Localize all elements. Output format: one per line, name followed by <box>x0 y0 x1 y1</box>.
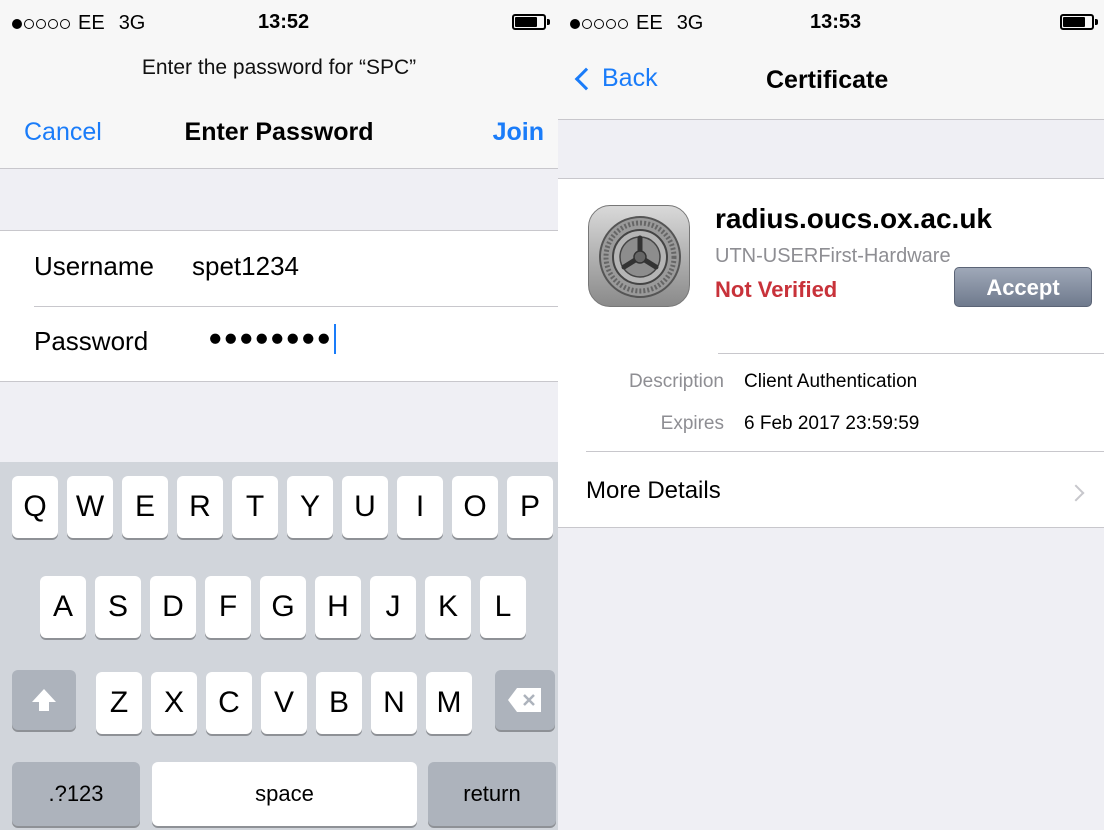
status-bar: EE 3G 13:52 <box>0 0 558 40</box>
key-w[interactable]: W <box>67 476 113 538</box>
certificate-issuer: UTN-USERFirst-Hardware <box>715 245 951 267</box>
status-time: 13:53 <box>810 11 862 33</box>
key-x[interactable]: X <box>151 672 197 734</box>
backspace-icon <box>508 688 541 712</box>
text-caret <box>333 324 336 354</box>
description-value: Client Authentication <box>744 371 918 392</box>
key-a[interactable]: A <box>40 576 86 638</box>
chevron-right-icon <box>1067 484 1085 502</box>
key-n[interactable]: N <box>371 672 417 734</box>
space-key[interactable]: space <box>152 762 417 826</box>
expires-label: Expires <box>660 413 724 434</box>
key-k[interactable]: K <box>425 576 471 638</box>
back-label: Back <box>602 64 658 92</box>
key-t[interactable]: T <box>232 476 278 538</box>
wifi-password-screen: EE 3G 13:52 Enter the password for “SPC”… <box>0 0 558 830</box>
divider <box>718 353 1104 354</box>
status-time: 13:52 <box>258 11 310 33</box>
key-h[interactable]: H <box>315 576 361 638</box>
key-s[interactable]: S <box>95 576 141 638</box>
carrier-name: EE <box>78 12 105 34</box>
nav-bar: Back Certificate <box>558 40 1104 120</box>
key-b[interactable]: B <box>316 672 362 734</box>
credentials-form: Username spet1234 Password ●●●●●●●● <box>0 230 558 382</box>
status-bar: EE 3G 13:53 <box>558 0 1104 40</box>
certificate-screen: EE 3G 13:53 Back Certificate radius.oucs… <box>558 0 1104 830</box>
password-label: Password <box>34 326 149 356</box>
signal-strength-icon <box>570 18 628 29</box>
keyboard: QWERTYUIOP ASDFGHJKL ZXCVBNM .?123 space… <box>0 462 558 830</box>
key-y[interactable]: Y <box>287 476 333 538</box>
password-prompt: Enter the password for “SPC” <box>141 56 417 79</box>
key-i[interactable]: I <box>397 476 443 538</box>
key-f[interactable]: F <box>205 576 251 638</box>
network-type: 3G <box>118 12 146 34</box>
more-details-row[interactable]: More Details <box>586 477 721 505</box>
back-button[interactable]: Back <box>572 64 658 93</box>
nav-bar: Enter Password Cancel Join <box>0 112 558 162</box>
return-key[interactable]: return <box>428 762 556 826</box>
key-r[interactable]: R <box>177 476 223 538</box>
carrier-name: EE <box>636 12 663 34</box>
numbers-key[interactable]: .?123 <box>12 762 140 826</box>
certificate-card: radius.oucs.ox.ac.uk UTN-USERFirst-Hardw… <box>558 178 1104 528</box>
key-z[interactable]: Z <box>96 672 142 734</box>
battery-icon <box>1060 14 1098 30</box>
key-q[interactable]: Q <box>12 476 58 538</box>
expires-value: 6 Feb 2017 23:59:59 <box>744 413 920 434</box>
username-label: Username <box>34 251 154 281</box>
shift-key[interactable] <box>12 670 76 730</box>
password-row[interactable]: Password ●●●●●●●● <box>0 306 558 381</box>
key-e[interactable]: E <box>122 476 168 538</box>
join-button[interactable]: Join <box>493 118 544 147</box>
backspace-key[interactable] <box>495 670 555 730</box>
network-type: 3G <box>676 12 704 34</box>
signal-strength-icon <box>12 18 70 29</box>
key-g[interactable]: G <box>260 576 306 638</box>
chevron-left-icon <box>574 67 598 90</box>
shift-arrow-icon <box>32 689 56 711</box>
key-j[interactable]: J <box>370 576 416 638</box>
divider <box>586 451 1104 452</box>
description-label: Description <box>628 371 724 392</box>
page-title: Certificate <box>766 66 889 94</box>
certificate-name: radius.oucs.ox.ac.uk <box>715 203 992 234</box>
accept-button[interactable]: Accept <box>954 267 1092 307</box>
verification-status: Not Verified <box>715 277 838 302</box>
battery-icon <box>512 14 550 30</box>
key-m[interactable]: M <box>426 672 472 734</box>
key-u[interactable]: U <box>342 476 388 538</box>
password-field[interactable]: ●●●●●●●● <box>208 324 336 354</box>
key-v[interactable]: V <box>261 672 307 734</box>
key-p[interactable]: P <box>507 476 553 538</box>
key-l[interactable]: L <box>480 576 526 638</box>
cancel-button[interactable]: Cancel <box>24 118 102 147</box>
key-o[interactable]: O <box>452 476 498 538</box>
username-row[interactable]: Username spet1234 <box>0 231 558 306</box>
key-c[interactable]: C <box>206 672 252 734</box>
username-field[interactable]: spet1234 <box>192 251 299 282</box>
settings-gear-icon <box>588 205 690 307</box>
key-d[interactable]: D <box>150 576 196 638</box>
